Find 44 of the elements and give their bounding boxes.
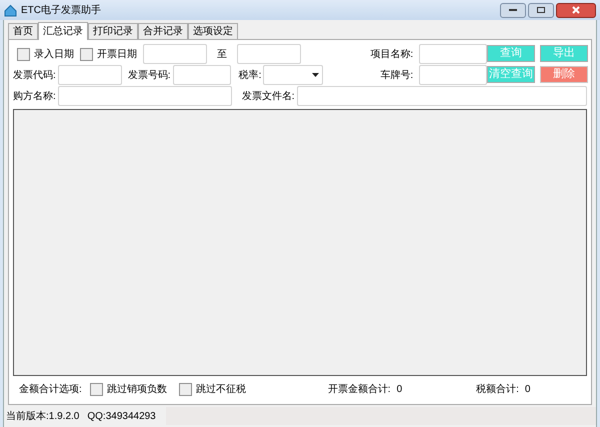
checkbox[interactable]: [80, 48, 93, 60]
checkbox[interactable]: [17, 48, 30, 60]
checkbox[interactable]: [90, 382, 103, 396]
input-field[interactable]: [237, 44, 301, 64]
checkbox-label: 开票日期: [97, 48, 137, 62]
version-text: 当前版本:1.9.2.0: [6, 410, 80, 424]
tab[interactable]: 汇总记录: [38, 22, 88, 40]
tax-total: 0: [524, 382, 530, 396]
tab[interactable]: 选项设定: [188, 23, 238, 39]
field-label: 购方名称:: [13, 90, 56, 104]
tax-rate-dropdown[interactable]: [263, 65, 324, 85]
minimize-button[interactable]: [500, 2, 526, 18]
input-field[interactable]: [419, 44, 488, 64]
tab[interactable]: 首页: [8, 23, 38, 39]
field-label: 发票代码:: [13, 68, 56, 82]
field-label: 发票文件名:: [242, 90, 295, 104]
close-button[interactable]: [556, 2, 596, 18]
input-field[interactable]: [419, 65, 488, 85]
tab[interactable]: 打印记录: [88, 23, 138, 39]
field-label: 至: [217, 48, 227, 62]
window-title: ETC电子发票助手: [21, 4, 101, 18]
input-field[interactable]: [58, 86, 232, 106]
field-label: 税率:: [238, 68, 262, 82]
checkbox-label: 跳过销项负数: [106, 382, 167, 396]
field-label: 项目名称:: [370, 48, 414, 62]
checkbox[interactable]: [178, 382, 192, 396]
maximize-button[interactable]: [528, 2, 554, 18]
input-field[interactable]: [58, 65, 122, 85]
checkbox-label: 录入日期: [34, 48, 74, 62]
close-icon: [572, 6, 580, 14]
input-field[interactable]: [143, 44, 207, 64]
field-label: 发票号码:: [128, 68, 171, 82]
field-label: 车牌号:: [380, 68, 414, 82]
input-field[interactable]: [172, 65, 231, 85]
amount-total: 0: [396, 382, 402, 396]
home-icon: [4, 4, 17, 16]
qq-text: QQ:349344293: [87, 410, 156, 424]
field-label: 金额合计选项:: [19, 382, 82, 396]
input-field[interactable]: [296, 86, 587, 106]
field-label: 开票金额合计:: [328, 382, 391, 396]
caret-icon: [312, 73, 320, 77]
checkbox-label: 跳过不征税: [196, 382, 246, 396]
field-label: 税额合计:: [476, 382, 519, 396]
tab[interactable]: 合并记录: [138, 23, 188, 39]
